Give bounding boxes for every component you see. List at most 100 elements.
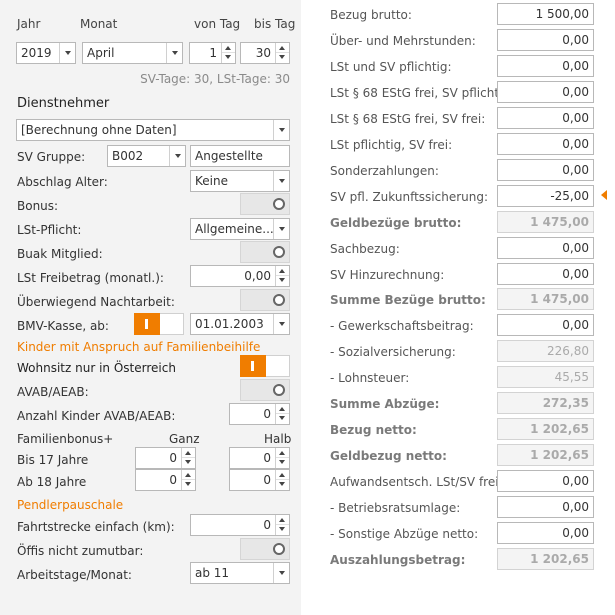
bmv-date-select[interactable]: 01.01.2003 — [190, 313, 290, 335]
result-value-field: 1 202,65 — [497, 444, 594, 466]
result-value-field[interactable]: 0,00 — [497, 159, 594, 181]
arrow-down-icon[interactable] — [182, 480, 195, 490]
arrow-up-icon[interactable] — [276, 448, 289, 458]
result-value-field[interactable]: -25,00 — [497, 185, 594, 207]
result-label: - Lohnsteuer: — [330, 371, 410, 385]
over18-full-stepper[interactable]: 0 — [135, 469, 196, 491]
result-value-field: 1 475,00 — [497, 211, 594, 233]
result-value-field[interactable]: 0,00 — [497, 263, 594, 285]
bmv-toggle[interactable] — [134, 313, 184, 335]
chevron-down-icon[interactable] — [169, 146, 185, 166]
result-value-field[interactable]: 0,00 — [497, 29, 594, 51]
arrow-up-icon[interactable] — [182, 448, 195, 458]
full-label: Ganz — [169, 432, 200, 446]
night-work-toggle[interactable] — [240, 289, 290, 311]
arrow-down-icon[interactable] — [222, 53, 235, 63]
lst-allowance-label: LSt Freibetrag (monatl.): — [17, 271, 164, 285]
avab-toggle[interactable] — [240, 379, 290, 401]
result-label: Summe Bezüge brutto: — [330, 293, 486, 307]
preset-select[interactable]: [Berechnung ohne Daten] — [16, 119, 290, 141]
arrow-up-icon[interactable] — [276, 515, 289, 525]
arrow-down-icon[interactable] — [276, 480, 289, 490]
lst-allowance-stepper[interactable]: 0,00 — [190, 265, 290, 287]
result-label: Geldbezüge brutto: — [330, 216, 462, 230]
result-value-field[interactable]: 0,00 — [497, 314, 594, 336]
arrow-down-icon[interactable] — [182, 458, 195, 468]
arrow-up-icon[interactable] — [276, 470, 289, 480]
arrow-up-icon[interactable] — [276, 266, 289, 276]
month-value: April — [87, 46, 115, 60]
night-work-label: Überwiegend Nachtarbeit: — [17, 295, 175, 309]
arrow-up-icon[interactable] — [276, 43, 289, 53]
children-label: Anzahl Kinder AVAB/AEAB: — [17, 409, 176, 423]
month-label: Monat — [80, 17, 118, 31]
toggle-knob-icon — [273, 294, 285, 306]
children-stepper[interactable]: 0 — [229, 403, 290, 425]
work-days-value: ab 11 — [195, 566, 230, 580]
result-label: - Gewerkschaftsbeitrag: — [330, 319, 474, 333]
result-value-field: 272,35 — [497, 392, 594, 414]
lst-duty-label: LSt-Pflicht: — [17, 223, 82, 237]
result-value-field[interactable]: 0,00 — [497, 81, 594, 103]
sv-group-code: B002 — [112, 149, 144, 163]
under17-full-stepper[interactable]: 0 — [135, 447, 196, 469]
result-label: Aufwandsentsch. LSt/SV frei: — [330, 475, 503, 489]
arrow-down-icon[interactable] — [276, 525, 289, 535]
results-panel: Bezug brutto: 1 500,00 Über- und Mehrstund… — [301, 0, 615, 615]
result-label: - Sozialversicherung: — [330, 345, 456, 359]
buak-toggle[interactable] — [240, 241, 290, 263]
chevron-down-icon[interactable] — [59, 43, 75, 63]
chevron-down-icon[interactable] — [273, 563, 289, 583]
year-select[interactable]: 2019 — [16, 42, 76, 64]
result-value-field: 1 202,65 — [497, 418, 594, 440]
result-value-field[interactable]: 0,00 — [497, 237, 594, 259]
arrow-up-icon[interactable] — [222, 43, 235, 53]
bmv-label: BMV-Kasse, ab: — [17, 319, 109, 333]
under17-half-stepper[interactable]: 0 — [229, 447, 290, 469]
chevron-down-icon[interactable] — [273, 171, 289, 191]
result-value-field[interactable]: 0,00 — [497, 522, 594, 544]
arrow-down-icon[interactable] — [276, 276, 289, 286]
sv-group-name: Angestellte — [190, 145, 290, 167]
from-day-stepper[interactable]: 1 — [189, 42, 236, 64]
result-label: Bezug netto: — [330, 423, 417, 437]
result-value-field[interactable]: 1 500,00 — [497, 3, 594, 25]
arrow-up-icon[interactable] — [182, 470, 195, 480]
toggle-on-icon — [134, 313, 160, 335]
result-value-field[interactable]: 0,00 — [497, 107, 594, 129]
result-value-field[interactable]: 0,00 — [497, 470, 594, 492]
result-value-field: 1 475,00 — [497, 288, 594, 310]
age-discount-select[interactable]: Keine — [190, 170, 290, 192]
arrow-down-icon[interactable] — [276, 414, 289, 424]
public-transport-toggle[interactable] — [240, 538, 290, 560]
lst-duty-select[interactable]: Allgemeine... — [190, 218, 290, 240]
to-day-stepper[interactable]: 30 — [240, 42, 290, 64]
result-value-field[interactable]: 0,00 — [497, 496, 594, 518]
chevron-down-icon[interactable] — [273, 120, 289, 140]
chevron-down-icon[interactable] — [166, 43, 182, 63]
arrow-up-icon[interactable] — [276, 404, 289, 414]
avab-label: AVAB/AEAB: — [17, 385, 89, 399]
family-section-title: Kinder mit Anspruch auf Familienbeihilfe — [17, 340, 261, 354]
sv-group-select[interactable]: B002 — [107, 145, 186, 167]
result-value-field[interactable]: 0,00 — [497, 55, 594, 77]
residence-toggle[interactable] — [240, 355, 290, 377]
residence-label: Wohnsitz nur in Österreich — [17, 361, 176, 375]
chevron-down-icon[interactable] — [273, 219, 289, 239]
chevron-left-icon[interactable] — [601, 190, 607, 200]
month-select[interactable]: April — [82, 42, 183, 64]
arrow-down-icon[interactable] — [276, 458, 289, 468]
toggle-on-icon — [240, 355, 266, 377]
result-value-field[interactable]: 0,00 — [497, 133, 594, 155]
distance-stepper[interactable]: 0 — [190, 514, 290, 536]
from-day-value: 1 — [209, 46, 217, 60]
buak-label: Buak Mitglied: — [17, 247, 103, 261]
chevron-down-icon[interactable] — [273, 314, 289, 334]
arrow-down-icon[interactable] — [276, 53, 289, 63]
bonus-toggle[interactable] — [240, 193, 290, 215]
over18-half-stepper[interactable]: 0 — [229, 469, 290, 491]
work-days-select[interactable]: ab 11 — [190, 562, 290, 584]
under17-half-value: 0 — [263, 451, 271, 465]
result-label: Bezug brutto: — [330, 8, 412, 22]
toggle-knob-icon — [273, 543, 285, 555]
